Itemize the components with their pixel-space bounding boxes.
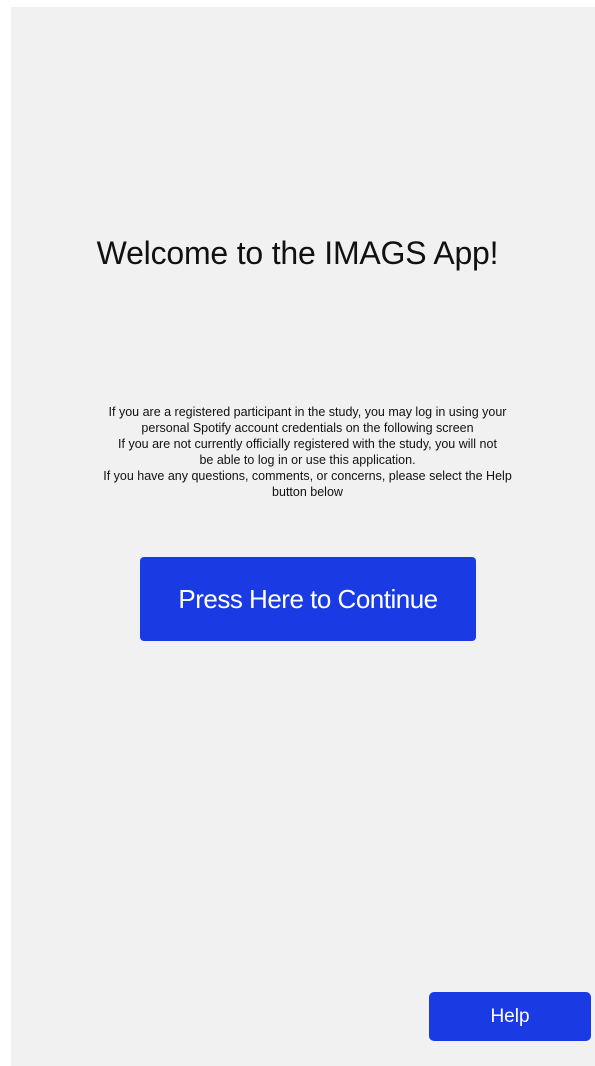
info-line: personal Spotify account credentials on … [141, 421, 474, 435]
info-line: button below [272, 485, 343, 499]
app-screen [11, 7, 595, 1066]
info-text: If you are a registered participant in t… [100, 404, 515, 500]
welcome-title: Welcome to the IMAGS App! [96, 235, 499, 271]
info-line: be able to log in or use this applicatio… [199, 453, 416, 467]
help-button[interactable]: Help [429, 992, 591, 1041]
info-line: If you are a registered participant in t… [108, 405, 507, 419]
info-line: If you have any questions, comments, or … [103, 469, 512, 483]
info-line: If you are not currently officially regi… [118, 437, 497, 451]
help-button-label: Help [490, 1005, 530, 1027]
continue-button-label: Press Here to Continue [178, 583, 438, 614]
continue-button[interactable]: Press Here to Continue [140, 557, 476, 641]
